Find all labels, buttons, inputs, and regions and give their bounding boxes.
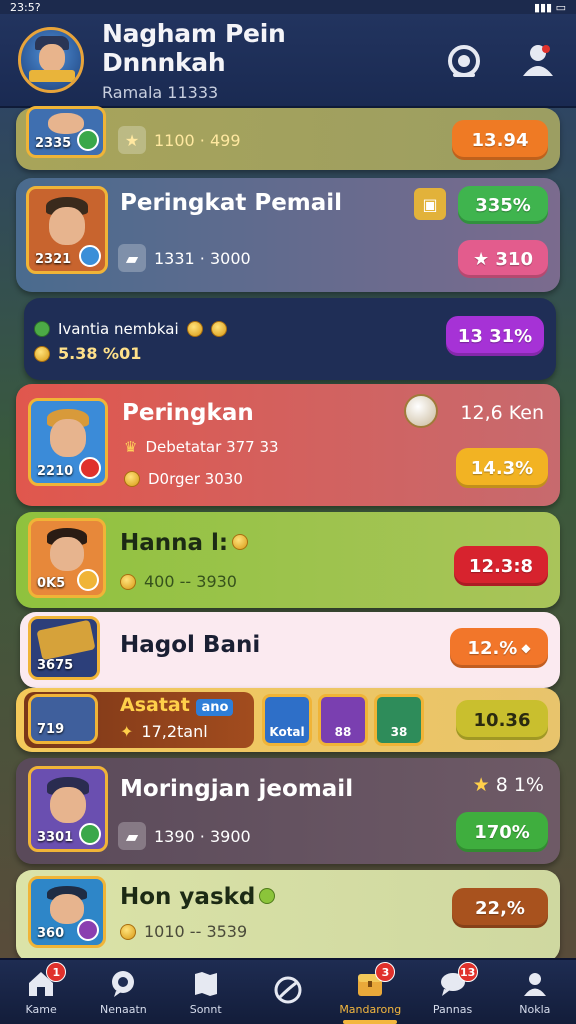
player-avatar: 3675 [28,616,100,680]
player-name: Peringkat Pemail [120,190,343,216]
player-avatar: 719 [28,694,98,744]
chat-icon [112,970,135,997]
list-item[interactable]: Ivantia nembkai 5.38 %01 13 31% [24,298,556,380]
player-avatar: 0K5 [28,518,106,598]
nav-chat[interactable]: Nenaatn [82,960,164,1024]
player-avatar: 360 [28,876,106,948]
player-name: Peringkan [122,400,254,426]
player-stats: ♛ Debetatar 377 33 [124,438,279,456]
star-icon: ★ [118,126,146,154]
list-item[interactable]: 719 Asatat ano ✦ 17,2tanl Kotal 88 38 10.… [16,688,560,752]
score-pill[interactable]: 12.3:8 [454,546,548,586]
status-bar: 23:5? ▮▮▮ ▭ [0,0,576,14]
ball-icon [274,976,302,1004]
page-title: Nagham Pein Dnnnkah [102,18,286,77]
score-pill[interactable]: 14.3% [456,448,548,488]
score-pill[interactable]: 13 31% [446,316,544,356]
active-indicator [343,1020,398,1024]
score-pill[interactable]: 170% [456,812,548,852]
player-name: Moringjan jeomail [120,776,354,802]
player-stats: 400 -- 3930 [120,572,237,591]
event-banner: 719 Asatat ano ✦ 17,2tanl [24,692,254,748]
player-stats: ▰ 1390 · 3900 [118,822,251,850]
player-avatar: 2321 [26,186,108,274]
ball-icon [404,394,438,428]
map-icon [194,971,217,996]
player-stats: ★ 1100 · 499 [118,126,241,154]
player-name: Hanna l: [120,530,249,556]
app-header: Nagham Pein Dnnnkah Ramala 11333 [0,14,576,108]
profile-icon[interactable] [518,40,558,80]
reward-tile[interactable]: 38 [374,694,424,746]
notification-badge: 3 [375,962,396,982]
player-coins: D0rger 3030 [124,470,243,488]
score-pill[interactable]: 10.36 [456,700,548,740]
list-item[interactable]: 2321 Peringkat Pemail ▰ 1331 · 3000 ▣ 33… [16,178,560,292]
player-avatar: 3301 [28,766,108,852]
page-subtitle: Ramala 11333 [102,82,219,102]
player-name: Hagol Bani [120,632,261,658]
status-icons: ▮▮▮ ▭ [533,0,566,14]
score-pill[interactable]: ★ 310 [458,240,548,278]
reward-tile[interactable]: 88 [318,694,368,746]
nav-home[interactable]: Kame 1 [0,960,82,1024]
list-item[interactable]: 3675 Hagol Bani 12.% ◆ [20,612,560,688]
trophy-icon: ▰ [118,822,146,850]
event-amount: 5.38 %01 [34,344,141,363]
crown-icon: ♛ [124,438,138,456]
profile-icon [523,972,546,996]
camera-icon[interactable] [444,40,484,80]
rating-text: ★ 8 1% [472,774,544,796]
notification-badge: 1 [46,962,67,982]
event-stat: ✦ 17,2tanl [120,722,208,741]
score-pill[interactable]: 13.94 [452,120,548,160]
list-item[interactable]: 2335 ★ 1100 · 499 13.94 [16,106,560,170]
player-stats: 1010 -- 3539 [120,922,247,941]
trophy-icon: ▰ [118,244,146,272]
nav-ranking[interactable]: Mandarong 3 [329,960,411,1024]
reward-tile[interactable]: Kotal [262,694,312,746]
player-stats: ▰ 1331 · 3000 [118,244,251,272]
score-pill[interactable]: 22,% [452,888,548,928]
player-name: Hon yaskd [120,884,276,910]
points-text: 12,6 Ken [460,402,544,424]
nav-store[interactable]: Sonnt [165,960,247,1024]
bottom-nav: Kame 1 Nenaatn Sonnt Mandarong 3 Pannas … [0,958,576,1024]
shield-icon: ▣ [414,188,446,220]
player-avatar: 2210 [28,398,108,486]
player-avatar: 2335 [26,106,106,158]
event-text: Ivantia nembkai [34,320,227,338]
list-item[interactable]: 360 Hon yaskd 1010 -- 3539 22,% [16,870,560,962]
status-time: 23:5? [10,0,41,14]
profile-avatar[interactable] [18,27,84,93]
list-item[interactable]: 2210 Peringkan ♛ Debetatar 377 33 D0rger… [16,384,560,506]
nav-ball[interactable] [247,960,329,1024]
rank-pill[interactable]: 335% [458,186,548,224]
score-pill[interactable]: 12.% ◆ [450,628,548,668]
list-item[interactable]: 0K5 Hanna l: 400 -- 3930 12.3:8 [16,512,560,608]
notification-badge: 13 [457,962,478,982]
list-item[interactable]: 3301 Moringjan jeomail ▰ 1390 · 3900 ★ 8… [16,758,560,864]
event-title: Asatat ano [120,694,234,716]
nav-messages[interactable]: Pannas 13 [411,960,493,1024]
nav-profile[interactable]: Nokla [494,960,576,1024]
